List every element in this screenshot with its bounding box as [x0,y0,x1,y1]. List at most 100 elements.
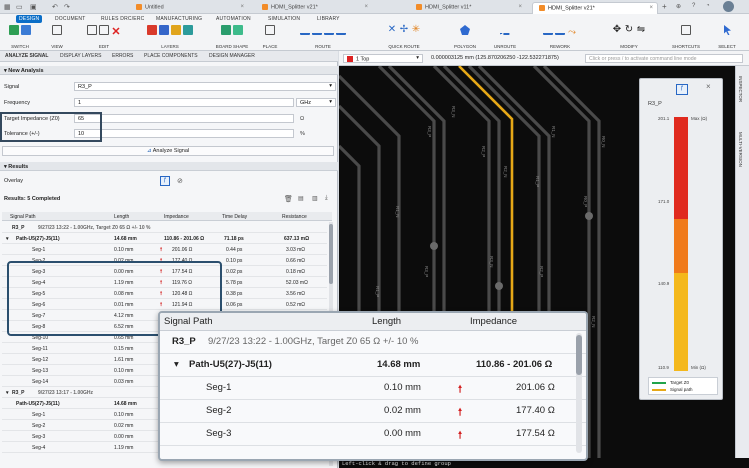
app-menu-icon[interactable]: ▦ [4,3,11,11]
board-shape-group[interactable]: BOARD SHAPE [212,25,252,49]
unroute-group[interactable]: UNROUTE [488,25,522,49]
seg-time-delay: 5.78 ps [226,280,243,286]
extensions-icon[interactable]: ⊕ [676,3,681,10]
close-icon[interactable]: × [706,82,711,91]
group-label: VIEW [51,44,63,49]
impedance-view-icon[interactable]: ƒ [676,84,688,95]
ribbon-tab-design[interactable]: DESIGN [16,15,43,23]
scrollbar-thumb[interactable] [329,224,333,284]
col-length[interactable]: Length [114,214,129,220]
tab-app-icon [136,4,142,10]
select-group[interactable]: SELECT [710,25,744,49]
zoom-seg-row[interactable]: Seg-3 0.00 mm 🠕 177.54 Ω [160,423,586,446]
browser-tab-hdmi-v11[interactable]: HDMI_Splitter v11* × [410,2,526,14]
modify-group[interactable]: ✥ ↻ ⇋ MODIFY [598,24,660,50]
signal-label: Signal [4,84,20,90]
close-icon[interactable]: × [649,5,653,11]
ribbon-tab-rules[interactable]: RULES DRC/ERC [101,16,144,22]
ohm-unit: Ω [300,116,305,122]
signal-select[interactable]: R3_P ▾ [74,82,336,91]
zoom-scrollbar-thumb[interactable] [576,335,582,375]
browser-tab-hdmi-v21-active[interactable]: HDMI_Splitter v21* × [532,2,658,14]
ribbon-tab-simulation[interactable]: SIMULATION [268,16,300,22]
results-header[interactable]: ▾ Results [0,162,338,171]
tab-errors[interactable]: ERRORS [112,53,133,59]
help-icon[interactable]: ? [692,3,695,9]
rotate-icon: ↻ [624,24,634,35]
export-icon[interactable]: ⤓ [325,195,328,202]
analyze-signal-button[interactable]: ⊿ Analyze Signal [2,146,334,156]
col-signal-path[interactable]: Signal Path [10,214,36,220]
layer-select[interactable]: 1 Top ▾ [343,54,423,63]
undo-icon[interactable]: ↶ [52,3,58,11]
table-row[interactable]: Seg-1 0.10 mm 🠕 201.06 Ω 0.44 ps 3.03 mΩ [2,244,327,255]
signal-row[interactable]: R3_P 9/27/23 13:22 - 1.00GHz, Target Z0 6… [2,222,327,233]
close-icon[interactable]: × [518,4,522,10]
impedance-yellow-band [674,273,688,371]
new-tab-icon[interactable]: + [662,2,667,11]
tolerance-input[interactable]: 10 [74,129,294,138]
zoom-seg-row[interactable]: Seg-2 0.02 mm 🠕 177.40 Ω [160,400,586,423]
tab-design-manager[interactable]: DESIGN MANAGER [209,53,255,59]
ribbon-tab-library[interactable]: LIBRARY [317,16,340,22]
zoom-signal-row[interactable]: R3_P 9/27/23 13:22 - 1.00GHz, Target Z0 … [160,331,586,354]
shortcuts-group[interactable]: SHORTCUTS [666,25,706,49]
edit-group[interactable]: ✕ EDIT [78,25,130,49]
new-analysis-header[interactable]: ▾ New Analysis [0,66,338,75]
save-icon[interactable]: ▣ [30,3,37,11]
ribbon-tab-document[interactable]: DOCUMENT [55,16,86,22]
zoom-scrollbar[interactable] [576,333,582,453]
trace-net-label: R2_P [481,146,486,158]
expand-icon[interactable]: ▾ [174,359,179,370]
layers-group[interactable]: LAYERS [134,25,206,49]
frequency-unit-select[interactable]: GHz ▾ [296,98,336,107]
close-icon[interactable]: × [240,4,244,10]
autoroute-icon: ✳ [411,24,421,35]
zoom-col-signal-path[interactable]: Signal Path [164,316,213,327]
tab-place-components[interactable]: PLACE COMPONENTS [144,53,198,59]
route-group[interactable]: ROUTE [288,25,358,49]
ribbon-tab-automation[interactable]: AUTOMATION [216,16,251,22]
multi-version-tab[interactable]: MULTI-VERSION [738,132,743,167]
zoom-path-row[interactable]: ▾ Path-U5(27)-J5(11) 14.68 mm 110.86 - 2… [160,354,586,377]
frequency-input[interactable]: 1 [74,98,294,107]
command-line-input[interactable]: Click or press / to activate command lin… [585,54,743,63]
rework-group[interactable]: ⤳ REWORK [528,25,592,49]
switch-group[interactable]: SWITCH [4,25,36,49]
compare-icon[interactable]: ▤ [298,195,304,202]
target-z0-key: Target Z0 [670,380,690,385]
avatar[interactable] [723,1,734,12]
overlay-on-icon[interactable]: ƒ [160,176,170,186]
col-impedance[interactable]: Impedance [164,214,189,220]
path-row[interactable]: ▾ Path-U5(27)-J5(11) 14.68 mm 110.86 - 201.… [2,233,327,244]
zoom-seg-row[interactable]: Seg-1 0.10 mm 🠕 201.06 Ω [160,377,586,400]
group-label: ROUTE [315,44,331,49]
place-group[interactable]: PLACE [258,25,282,49]
notification-icon[interactable]: ◔ [706,3,710,9]
zoom-col-impedance[interactable]: Impedance [470,316,517,327]
report-icon[interactable]: ▥ [312,195,318,202]
close-icon[interactable]: × [364,4,368,10]
ribbon-tab-manufacturing[interactable]: MANUFACTURING [156,16,202,22]
inspector-tab[interactable]: INSPECTOR [738,76,743,102]
route-icon [300,25,310,35]
browser-tab-untitled[interactable]: Untitled × [130,2,248,14]
quick-route-group[interactable]: ✕ ✢ ✳ QUICK ROUTE [366,24,442,50]
redo-icon[interactable]: ↷ [64,3,70,11]
tab-display-layers[interactable]: DISPLAY LAYERS [60,53,101,59]
browser-tab-hdmi-v21a[interactable]: HDMI_Splitter v21* × [256,2,372,14]
view-group[interactable]: VIEW [44,25,70,49]
file-icon[interactable]: ▭ [16,3,23,11]
trace-net-label: R1_N [395,206,400,218]
polygon-group[interactable]: POLYGON [448,25,482,49]
switch-icon [9,25,19,35]
chevron-down-icon: ▾ [329,99,332,105]
zoom-col-length[interactable]: Length [372,316,401,327]
trash-icon[interactable]: 🗑 [284,195,293,203]
col-time-delay[interactable]: Time Delay [222,214,247,220]
target-impedance-input[interactable]: 65 [74,114,294,123]
overlay-off-icon[interactable]: ⊘ [177,177,183,185]
tab-analyze-signal[interactable]: ANALYZE SIGNAL [5,53,48,59]
col-resistance[interactable]: Resistance [282,214,307,220]
seg-time-delay: 0.10 ps [226,258,243,264]
